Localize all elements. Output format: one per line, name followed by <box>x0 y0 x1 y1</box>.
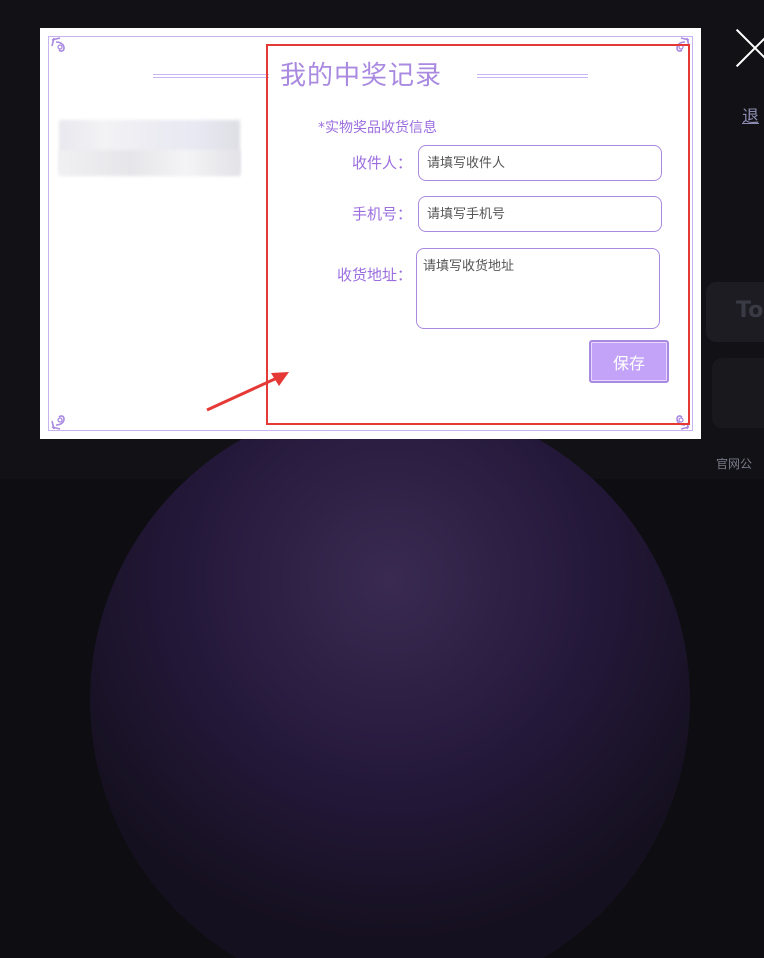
background-logout-link: 退 <box>742 107 759 127</box>
annotation-highlight-box <box>266 44 690 425</box>
close-icon[interactable] <box>734 26 764 70</box>
background-footer-text: 官网公 <box>716 457 753 471</box>
title-divider-left <box>153 74 269 78</box>
annotation-arrow-icon <box>206 372 289 412</box>
corner-ornament-icon <box>50 409 72 431</box>
background-emblem <box>90 400 690 958</box>
background-button-label: To <box>736 298 764 323</box>
prize-record-modal: 我的中奖记录 *实物奖品收货信息 收件人： 手机号： 收货地址： 保存 <box>40 28 701 439</box>
blurred-content <box>59 150 240 176</box>
background-panel <box>712 358 764 428</box>
corner-ornament-icon <box>50 36 72 58</box>
